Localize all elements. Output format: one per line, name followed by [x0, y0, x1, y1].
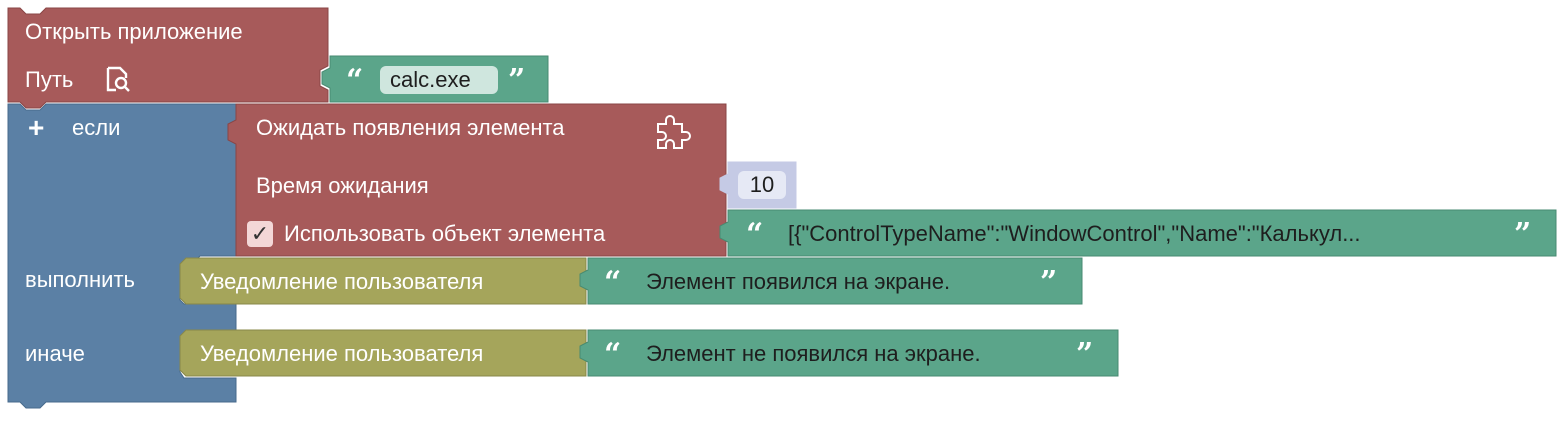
- add-condition-icon[interactable]: +: [28, 114, 44, 142]
- if-label: если: [72, 115, 121, 140]
- element-object-input[interactable]: [{"ControlTypeName":"WindowControl","Nam…: [778, 220, 1504, 248]
- quote-open-icon: “: [604, 337, 622, 372]
- do-label: выполнить: [25, 267, 135, 292]
- use-object-checkbox[interactable]: ✓: [247, 221, 273, 247]
- notify-do-message-input[interactable]: Элемент появился на экране.: [636, 268, 1030, 296]
- quote-close-icon: ”: [1514, 217, 1532, 252]
- open-app-title: Открыть приложение: [25, 19, 243, 44]
- else-label: иначе: [25, 341, 85, 366]
- notify-do-title: Уведомление пользователя: [200, 269, 484, 294]
- wait-title: Ожидать появления элемента: [256, 115, 565, 140]
- path-label: Путь: [25, 67, 74, 92]
- quote-open-icon: “: [346, 63, 364, 98]
- timeout-label: Время ожидания: [256, 173, 429, 198]
- timeout-input[interactable]: 10: [738, 171, 786, 199]
- quote-open-icon: “: [746, 217, 764, 252]
- notify-else-message-input[interactable]: Элемент не появился на экране.: [636, 340, 1068, 368]
- notify-else-title: Уведомление пользователя: [200, 341, 484, 366]
- use-object-label: Использовать объект элемента: [284, 221, 606, 246]
- quote-open-icon: “: [604, 265, 622, 300]
- quote-close-icon: ”: [508, 63, 526, 98]
- quote-close-icon: ”: [1076, 337, 1094, 372]
- path-input[interactable]: calc.exe: [380, 66, 498, 94]
- quote-close-icon: ”: [1040, 265, 1058, 300]
